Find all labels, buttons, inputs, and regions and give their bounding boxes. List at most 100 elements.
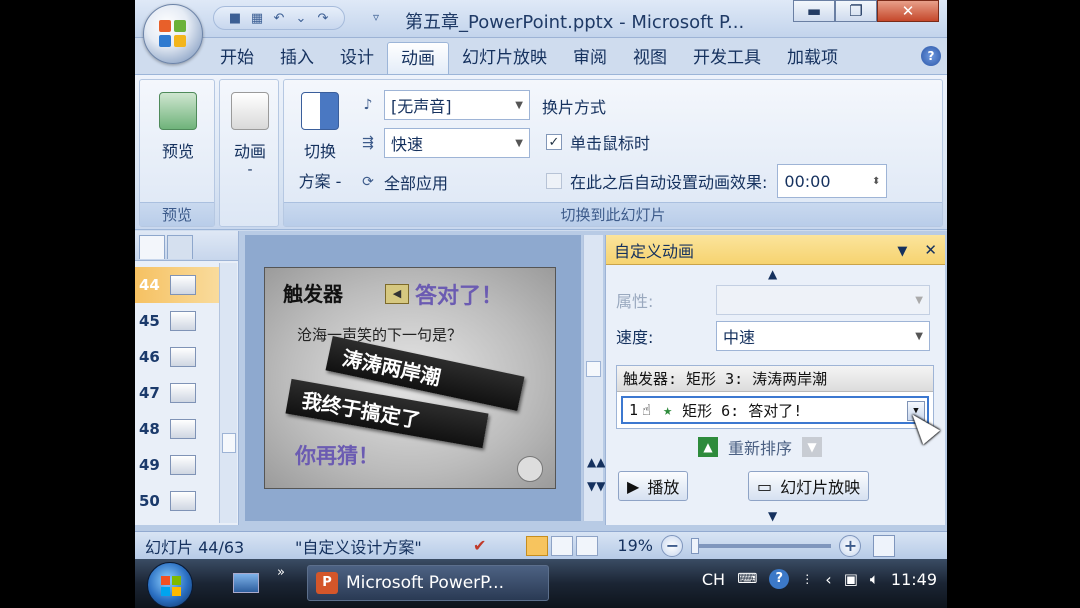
- undo-dropdown-icon[interactable]: ⌄: [292, 9, 310, 27]
- scroll-up-icon[interactable]: ▲: [768, 267, 777, 281]
- chevron-down-icon: ▼: [515, 99, 523, 111]
- chevron-down-icon: ▼: [915, 294, 923, 306]
- tab-slideshow[interactable]: 幻灯片放映: [449, 42, 560, 74]
- office-button[interactable]: [143, 4, 203, 64]
- apply-all-button[interactable]: ⟳ 全部应用: [358, 170, 448, 194]
- property-select[interactable]: ▼: [716, 285, 930, 315]
- fit-window-icon[interactable]: [873, 534, 896, 557]
- zoom-level[interactable]: 19%: [617, 536, 661, 555]
- tab-animations[interactable]: 动画: [387, 42, 449, 74]
- custom-animation-pane: 自定义动画 ▼ ✕ ▲ 属性: ▼ 速度: 中速 ▼ 触发器: 矩形 3: 涛涛…: [605, 235, 945, 525]
- prev-slide-icon[interactable]: ▲▲: [587, 455, 605, 469]
- clock-icon: [517, 456, 543, 482]
- animation-speed-select[interactable]: 中速 ▼: [716, 321, 930, 351]
- scroll-down-icon[interactable]: ▼: [768, 509, 777, 523]
- slide-number: 44: [139, 276, 160, 294]
- scrollbar-thumb[interactable]: [586, 361, 601, 377]
- slide-preview: [169, 347, 196, 367]
- sound-select[interactable]: [无声音] ▼: [384, 90, 530, 120]
- slide-question[interactable]: 沧海一声笑的下一句是？: [297, 324, 462, 345]
- slide-thumbnail-50[interactable]: 50: [135, 483, 221, 519]
- auto-after-time-input[interactable]: 00:00 ⬍: [777, 164, 888, 198]
- taskbar-powerpoint-button[interactable]: P Microsoft PowerP...: [307, 565, 549, 601]
- slide-sorter-view-icon[interactable]: [551, 535, 574, 556]
- pane-close-icon[interactable]: ✕: [924, 241, 937, 259]
- on-click-checkbox[interactable]: ✓ 单击鼠标时: [546, 130, 650, 154]
- tab-view[interactable]: 视图: [620, 42, 680, 74]
- slide-thumbnail-46[interactable]: 46: [135, 339, 221, 375]
- play-button[interactable]: ▶ 播放: [618, 471, 689, 501]
- ribbon-tabs: 开始 插入 设计 动画 幻灯片放映 审阅 视图 开发工具 加载项: [207, 40, 851, 74]
- zoom-slider-knob[interactable]: [691, 537, 700, 554]
- tray-menu-icon[interactable]: ⋮: [801, 572, 813, 586]
- minimize-button[interactable]: ▬: [793, 0, 835, 22]
- slideshow-button[interactable]: ▭ 幻灯片放映: [748, 471, 870, 501]
- normal-view-icon[interactable]: [526, 535, 549, 556]
- slide-title[interactable]: 触发器: [283, 278, 343, 307]
- tab-insert[interactable]: 插入: [267, 42, 327, 74]
- keyboard-icon[interactable]: ⌨: [737, 571, 757, 587]
- slide-thumbnail-48[interactable]: 48: [135, 411, 221, 447]
- preview-group: 预览 预览: [139, 79, 215, 227]
- editor-scrollbar[interactable]: ▲▲ ▼▼: [583, 235, 605, 521]
- help-icon[interactable]: ?: [921, 46, 941, 66]
- redo-icon[interactable]: ↷: [314, 9, 332, 27]
- tab-design[interactable]: 设计: [327, 42, 387, 74]
- undo-icon[interactable]: ↶: [270, 9, 288, 27]
- slide-editor: 触发器 ◀ 答对了！ 沧海一声笑的下一句是？ 涛涛两岸潮 我终于搞定了 你再猜！: [245, 235, 581, 521]
- close-button[interactable]: ✕: [877, 0, 939, 22]
- slideshow-view-icon[interactable]: [576, 535, 599, 556]
- tab-developer[interactable]: 开发工具: [680, 42, 774, 74]
- slides-tab[interactable]: [139, 235, 165, 259]
- start-button[interactable]: [147, 562, 193, 608]
- move-up-icon[interactable]: ▲: [698, 437, 718, 457]
- animation-effect-item[interactable]: 1 ☝ ★ 矩形 6: 答对了! ▼: [621, 396, 929, 424]
- slide-guess-text[interactable]: 你再猜！: [295, 440, 379, 470]
- network-icon[interactable]: ▣: [844, 570, 858, 588]
- trigger-sound-icon[interactable]: ◀: [385, 284, 409, 304]
- spell-check-icon[interactable]: ✔: [473, 536, 486, 555]
- next-slide-icon[interactable]: ▼▼: [587, 479, 605, 493]
- tab-review[interactable]: 审阅: [560, 42, 620, 74]
- tab-home[interactable]: 开始: [207, 42, 267, 74]
- zoom-out-button[interactable]: −: [661, 534, 684, 557]
- save-icon[interactable]: ■: [226, 9, 244, 27]
- language-indicator[interactable]: CH: [702, 570, 725, 589]
- volume-icon[interactable]: 🔈︎: [870, 570, 879, 588]
- quick-access-toolbar: ■ ▦ ↶ ⌄ ↷: [213, 6, 345, 30]
- move-down-icon[interactable]: ▼: [802, 437, 823, 457]
- show-desktop-icon[interactable]: [233, 573, 259, 593]
- slide-preview: [169, 455, 196, 475]
- slide-correct-text[interactable]: 答对了！: [415, 278, 503, 310]
- slide-thumbnail-45[interactable]: 45: [135, 303, 221, 339]
- zoom-in-button[interactable]: +: [839, 534, 862, 557]
- transition-scheme-button[interactable]: 切换 方案 -: [292, 92, 348, 192]
- spinner-icon[interactable]: ⬍: [872, 176, 880, 187]
- restore-button[interactable]: ❐: [835, 0, 877, 22]
- slide-preview: [169, 275, 196, 295]
- format-painter-icon[interactable]: ▦: [248, 9, 266, 27]
- trigger-row[interactable]: 触发器: 矩形 3: 涛涛两岸潮: [617, 366, 933, 392]
- slide-number: 45: [139, 312, 160, 330]
- taskbar-overflow-icon[interactable]: »: [277, 565, 285, 580]
- animation-button[interactable]: 动画 -: [224, 92, 276, 178]
- pane-menu-icon[interactable]: ▼: [897, 244, 907, 259]
- checkbox-checked-icon: ✓: [546, 134, 562, 150]
- slide-thumbnail-49[interactable]: 49: [135, 447, 221, 483]
- show-hidden-icons[interactable]: ‹: [825, 570, 831, 589]
- slides-scrollbar[interactable]: [219, 263, 237, 523]
- help-tray-icon[interactable]: ?: [769, 569, 790, 589]
- speed-select[interactable]: 快速 ▼: [384, 128, 530, 158]
- outline-tab[interactable]: [167, 235, 193, 259]
- scrollbar-thumb[interactable]: [222, 433, 236, 453]
- slide-thumbnail-47[interactable]: 47: [135, 375, 221, 411]
- tab-addins[interactable]: 加载项: [774, 42, 851, 74]
- slide-thumbnail-44[interactable]: 44: [135, 267, 221, 303]
- slide-preview: [169, 311, 196, 331]
- zoom-slider[interactable]: [691, 537, 832, 554]
- customize-qat-icon[interactable]: ▿: [373, 10, 379, 24]
- clock[interactable]: 11:49: [891, 570, 937, 589]
- current-slide[interactable]: 触发器 ◀ 答对了！ 沧海一声笑的下一句是？ 涛涛两岸潮 我终于搞定了 你再猜！: [264, 267, 556, 489]
- auto-after-checkbox[interactable]: [546, 173, 562, 189]
- preview-button[interactable]: 预览: [150, 92, 206, 162]
